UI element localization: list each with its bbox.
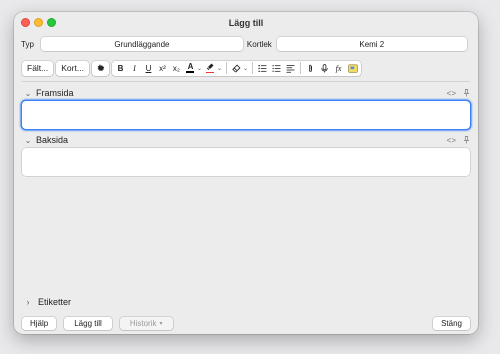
- bullet-list-icon: [258, 64, 267, 72]
- record-audio-button[interactable]: [319, 61, 330, 75]
- field-actions-front: <>: [447, 89, 470, 98]
- html-editor-toggle-icon[interactable]: <>: [447, 89, 456, 98]
- bottom-button-bar: Hjälp Lägg till Historik ▾ Stäng: [22, 316, 470, 330]
- tags-label: Etiketter: [38, 297, 72, 307]
- superscript-button[interactable]: x²: [157, 61, 168, 75]
- field-name-front: Framsida: [36, 88, 74, 98]
- italic-button[interactable]: I: [129, 61, 140, 75]
- subscript-button[interactable]: x₂: [171, 61, 182, 75]
- field-editor-back[interactable]: [22, 148, 470, 176]
- text-color-dropdown-icon[interactable]: ⌄: [197, 65, 202, 72]
- highlighter-icon: [207, 63, 214, 70]
- text-color-letter: A: [187, 62, 194, 72]
- align-left-icon: [286, 64, 295, 73]
- highlight-color-dropdown-icon[interactable]: ⌄: [217, 65, 222, 72]
- type-deck-row: Typ Grundläggande Kortlek Kemi 2: [14, 36, 478, 52]
- note-type-chooser[interactable]: Grundläggande: [40, 37, 243, 51]
- numbered-list-button[interactable]: [271, 61, 282, 75]
- formatting-group: B I U x² x₂ A ⌄ ⌄ ⌄ fx: [111, 60, 362, 76]
- window-title: Lägg till: [228, 18, 264, 28]
- text-color-swatch: [186, 71, 195, 73]
- add-button[interactable]: Lägg till: [64, 316, 112, 330]
- field-name-back: Baksida: [36, 135, 69, 145]
- mathjax-button[interactable]: fx: [333, 61, 344, 75]
- field-header-back[interactable]: ⌄ Baksida <>: [24, 134, 470, 146]
- eraser-dropdown-icon[interactable]: ⌄: [243, 65, 248, 72]
- numbered-list-icon: [272, 64, 281, 72]
- microphone-icon: [321, 63, 328, 72]
- underline-button[interactable]: U: [143, 61, 154, 75]
- eraser-button[interactable]: [231, 61, 242, 75]
- toolbar-separator: [252, 62, 254, 74]
- toolbar-separator: [226, 62, 228, 74]
- image-occlusion-icon: [347, 63, 358, 73]
- field-editor-front[interactable]: [22, 101, 470, 129]
- highlight-color-swatch: [206, 71, 215, 74]
- help-button[interactable]: Hjälp: [22, 316, 57, 330]
- type-label: Typ: [21, 39, 34, 49]
- deck-chooser[interactable]: Kemi 2: [276, 37, 467, 51]
- add-card-window: Lägg till Typ Grundläggande Kortlek Kemi…: [14, 12, 478, 334]
- deck-label: Kortlek: [246, 39, 272, 49]
- html-editor-toggle-icon[interactable]: <>: [447, 136, 456, 145]
- paperclip-icon: [309, 64, 313, 72]
- tags-section[interactable]: › Etiketter: [24, 296, 72, 308]
- close-button[interactable]: Stäng: [433, 316, 470, 330]
- text-color-button[interactable]: A: [185, 61, 196, 75]
- history-dropdown-icon: ▾: [159, 320, 163, 327]
- toolbar-separator: [300, 62, 302, 74]
- field-header-front[interactable]: ⌄ Framsida <>: [24, 87, 470, 99]
- history-button[interactable]: Historik ▾: [119, 316, 173, 330]
- history-label: Historik: [129, 318, 157, 328]
- title-bar: Lägg till: [14, 12, 478, 34]
- pin-icon[interactable]: [463, 89, 470, 97]
- bullet-list-button[interactable]: [257, 61, 268, 75]
- window-controls: [21, 18, 56, 27]
- gear-icon: [97, 64, 105, 71]
- collapse-chevron-icon[interactable]: ⌄: [24, 136, 32, 145]
- fields-button[interactable]: Fält...: [22, 60, 54, 76]
- options-gear-button[interactable]: [91, 60, 109, 76]
- minimize-window-button[interactable]: [34, 18, 43, 27]
- collapse-chevron-icon[interactable]: ⌄: [24, 89, 32, 98]
- cards-button[interactable]: Kort...: [56, 60, 89, 76]
- expand-chevron-icon[interactable]: ›: [24, 297, 32, 307]
- toolbar-divider: [22, 81, 470, 82]
- image-occlusion-button[interactable]: [347, 61, 358, 75]
- close-window-button[interactable]: [21, 18, 30, 27]
- highlight-color-button[interactable]: [205, 61, 216, 75]
- bold-button[interactable]: B: [115, 61, 126, 75]
- align-button[interactable]: [285, 61, 296, 75]
- editor-toolbar: Fält... Kort... B I U x² x₂ A ⌄ ⌄ ⌄ fx: [22, 60, 362, 76]
- attach-button[interactable]: [305, 61, 316, 75]
- zoom-window-button[interactable]: [47, 18, 56, 27]
- eraser-icon: [232, 64, 241, 72]
- field-actions-back: <>: [447, 136, 470, 145]
- pin-icon[interactable]: [463, 136, 470, 144]
